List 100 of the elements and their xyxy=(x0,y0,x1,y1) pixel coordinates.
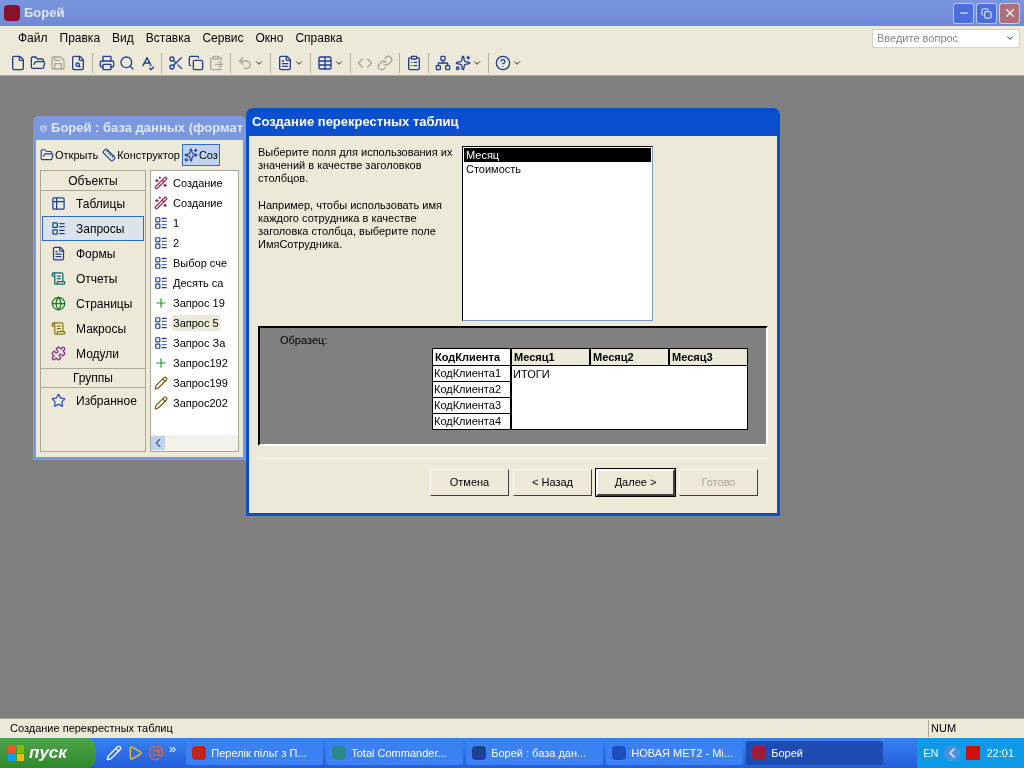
table-icon xyxy=(51,196,66,211)
horizontal-scrollbar[interactable] xyxy=(151,435,238,451)
taskbar-task[interactable]: Борей xyxy=(746,741,884,765)
document-links-icon xyxy=(277,54,293,71)
print-icon xyxy=(99,54,115,71)
example-text: Например, чтобы использовать имя каждого сотрудника в качестве заголовка столбца, выберите поле ИмяСотрудника. xyxy=(258,199,443,251)
list-item[interactable]: Запрос202 xyxy=(172,394,229,412)
quick-launch-icon[interactable] xyxy=(106,745,122,761)
clock: 22:01 xyxy=(986,745,1014,761)
query-icon xyxy=(154,276,168,290)
menu-item[interactable]: Справка xyxy=(289,29,349,47)
update-query-icon xyxy=(154,376,168,390)
taskbar-task[interactable]: Total Commander... xyxy=(326,741,464,765)
menu-item[interactable]: Вид xyxy=(106,29,140,47)
query-icon xyxy=(154,316,168,330)
toolbar-button[interactable]: Открыть xyxy=(38,144,101,166)
taskbar-task[interactable]: Борей : база дан... xyxy=(466,741,604,765)
media-player-icon[interactable] xyxy=(127,745,143,761)
column-header: Месяц2 xyxy=(590,348,669,366)
window-title: Борей xyxy=(24,4,65,23)
column-header: Месяц3 xyxy=(669,348,748,366)
list-option[interactable]: Стоимость xyxy=(464,162,651,176)
paste-icon xyxy=(208,54,224,71)
dialog-button[interactable]: Отмена xyxy=(430,469,509,496)
list-option[interactable]: Месяц xyxy=(464,148,651,162)
app-icon xyxy=(472,746,487,760)
append-query-icon xyxy=(154,296,168,310)
menu-item[interactable]: Окно xyxy=(249,29,290,47)
object-type-item[interactable]: Страницы xyxy=(42,291,144,316)
design-icon xyxy=(102,148,117,162)
expand-tray-icon[interactable] xyxy=(944,745,961,761)
status-text: Создание перекрестных таблиц xyxy=(9,721,174,737)
web-page-icon xyxy=(51,296,66,311)
object-type-item[interactable]: Таблицы xyxy=(42,191,144,216)
list-item[interactable]: Запрос 19 xyxy=(172,294,226,312)
section-header: Группы xyxy=(41,368,145,388)
app-icon xyxy=(332,746,347,760)
properties-icon xyxy=(406,54,422,71)
spelling-icon xyxy=(139,54,155,71)
list-item[interactable]: Десять са xyxy=(172,274,225,292)
list-item[interactable]: Запрос 5 xyxy=(172,314,220,332)
show-more-button[interactable]: » xyxy=(169,739,177,759)
file-search-icon xyxy=(70,54,86,71)
open-folder-icon xyxy=(30,54,46,71)
dialog-button[interactable]: Далее > xyxy=(596,469,675,496)
report-icon xyxy=(51,271,66,286)
column-header: Месяц1 xyxy=(511,348,590,366)
list-item[interactable]: 1 xyxy=(172,214,181,232)
query-icon xyxy=(154,336,168,350)
value-text: ИТОГИ xyxy=(513,368,550,380)
taskbar-task[interactable]: НОВАЯ МЕТ2 - Mi... xyxy=(606,741,744,765)
query-icon xyxy=(154,216,168,230)
sample-label: Образец: xyxy=(280,333,328,348)
menu-item[interactable]: Файл xyxy=(12,29,54,47)
windows-flag-icon xyxy=(8,745,24,761)
update-query-icon xyxy=(154,396,168,410)
object-type-item[interactable]: Макросы xyxy=(42,316,144,341)
column-header: КодКлиента xyxy=(432,348,511,366)
menu-item[interactable]: Правка xyxy=(53,29,107,47)
object-type-item[interactable]: Формы xyxy=(42,241,144,266)
list-item[interactable]: 2 xyxy=(172,234,181,252)
list-item[interactable]: Запрос199 xyxy=(172,374,229,392)
list-item[interactable]: Выбор сче xyxy=(172,254,229,272)
undo-icon xyxy=(237,54,253,71)
toolbar-button[interactable]: Соз xyxy=(181,144,220,166)
object-type-item[interactable]: Запросы xyxy=(42,216,144,241)
start-button[interactable]: пуск xyxy=(0,738,96,768)
instructions-text: Выберите поля для использования их значений в качестве заголовков столбцов. xyxy=(258,146,454,185)
module-icon xyxy=(51,346,66,361)
list-item[interactable]: Создание xyxy=(172,194,224,212)
row-header: КодКлиента2 xyxy=(432,382,511,398)
menu-item[interactable]: Вставка xyxy=(139,29,197,47)
close-button[interactable] xyxy=(999,2,1020,24)
form-icon xyxy=(51,246,66,261)
section-header: Объекты xyxy=(41,171,145,191)
menu-item[interactable]: Сервис xyxy=(196,29,250,47)
help-search-box[interactable]: Введите вопрос xyxy=(872,28,1020,48)
list-item[interactable]: Запрос За xyxy=(172,334,227,352)
minimize-button[interactable] xyxy=(953,2,974,24)
copy-icon xyxy=(188,54,204,71)
help-icon xyxy=(495,54,511,71)
group-item[interactable]: Избранное xyxy=(42,388,144,413)
row-header: КодКлиента4 xyxy=(432,414,511,430)
append-query-icon xyxy=(154,356,168,370)
app-icon xyxy=(752,746,767,760)
restore-button[interactable] xyxy=(976,2,997,24)
toolbar-button[interactable]: Конструктор xyxy=(100,144,182,166)
query-icon xyxy=(154,236,168,250)
object-type-item[interactable]: Отчеты xyxy=(42,266,144,291)
help-search-field[interactable]: Введите вопрос xyxy=(873,29,1005,47)
table-analyze-icon xyxy=(317,54,333,71)
dialog-button[interactable]: < Назад xyxy=(513,469,592,496)
object-type-item[interactable]: Модули xyxy=(42,341,144,366)
list-item[interactable]: Запрос192 xyxy=(172,354,229,372)
cut-icon xyxy=(168,54,184,71)
print-preview-icon xyxy=(119,54,135,71)
query-icon xyxy=(154,256,168,270)
list-item[interactable]: Создание xyxy=(172,174,224,192)
save-icon xyxy=(50,54,66,71)
taskbar-task[interactable]: Перелік пільг з П... xyxy=(186,741,324,765)
